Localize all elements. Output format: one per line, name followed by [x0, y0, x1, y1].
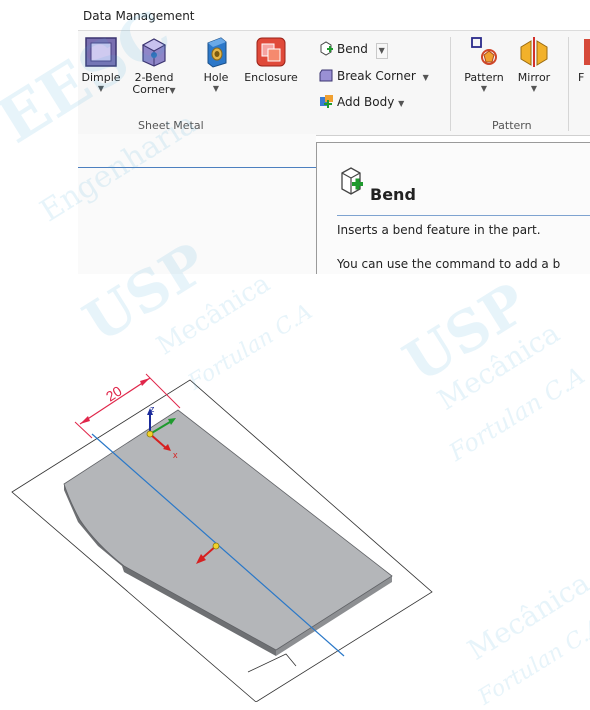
divider-line [78, 167, 318, 168]
add-body-icon [319, 94, 334, 109]
x-axis-label: x [173, 450, 178, 460]
enclosure-label: Enclosure [244, 71, 298, 84]
pattern-button[interactable]: Pattern ▼ [460, 35, 508, 94]
hole-label: Hole [203, 71, 229, 84]
dimension-extension-line [145, 373, 181, 409]
dimple-label: Dimple [81, 71, 121, 84]
dimple-icon [84, 35, 118, 69]
ribbon: Dimple ▼ 2-Bend Corner▼ Hole ▼ Enclosure… [78, 30, 590, 136]
bend-button[interactable]: Bend ▼ [319, 39, 388, 59]
ribbon-group-separator [568, 37, 569, 131]
dimension-extension-line [74, 421, 93, 439]
chevron-down-icon: ▼ [97, 84, 105, 93]
break-corner-icon [319, 68, 334, 83]
dimple-button[interactable]: Dimple ▼ [78, 35, 124, 94]
chevron-down-icon: ▼ [398, 99, 405, 108]
hole-icon [199, 35, 233, 69]
part-model[interactable]: 20 z x [0, 274, 590, 703]
chevron-down-icon: ▼ [212, 84, 220, 93]
chevron-down-icon: ▼ [169, 86, 176, 95]
triad-origin[interactable] [146, 430, 154, 438]
z-axis-label: z [150, 404, 155, 414]
add-body-label: Add Body [337, 95, 395, 109]
tooltip-title: Bend [370, 185, 416, 204]
bend-icon [339, 165, 365, 195]
tooltip-description: Inserts a bend feature in the part. [337, 223, 541, 237]
bend-dropdown-arrow[interactable]: ▼ [375, 43, 388, 59]
dimension-arrow-icon [140, 378, 150, 386]
mirror-button[interactable]: Mirror ▼ [512, 35, 556, 94]
chevron-down-icon: ▼ [422, 73, 429, 82]
dimension-value[interactable]: 20 [103, 382, 125, 404]
mirror-label: Mirror [517, 71, 551, 84]
tooltip-more-text: You can use the command to add a b [337, 257, 561, 271]
sheet-metal-group-label: Sheet Metal [138, 119, 204, 132]
ribbon-tab-strip: Data Management [0, 0, 590, 30]
next-group-button[interactable]: F [578, 35, 590, 84]
two-bend-corner-icon [137, 35, 171, 69]
bend-tooltip: Bend Inserts a bend feature in the part.… [316, 142, 590, 275]
enclosure-button[interactable]: Enclosure [242, 35, 300, 84]
two-bend-corner-label-line2: Corner [132, 83, 170, 96]
next-group-label: F [578, 71, 585, 84]
pattern-icon [467, 35, 501, 69]
break-corner-label: Break Corner [337, 69, 416, 83]
command-area [78, 134, 316, 274]
tooltip-divider [337, 215, 590, 216]
pattern-group-label: Pattern [492, 119, 532, 132]
chevron-down-icon: ▼ [530, 84, 538, 93]
reference-plane-corner [247, 653, 297, 673]
hole-button[interactable]: Hole ▼ [196, 35, 236, 94]
chevron-down-icon: ▼ [480, 84, 488, 93]
sheet-metal-plate[interactable] [63, 409, 393, 651]
break-corner-button[interactable]: Break Corner ▼ [319, 66, 429, 86]
ribbon-group-separator [450, 37, 451, 131]
bend-icon [319, 41, 334, 56]
add-body-button[interactable]: Add Body ▼ [319, 92, 404, 112]
next-group-icon [578, 35, 590, 69]
bend-line-midpoint[interactable] [212, 542, 220, 550]
enclosure-icon [254, 35, 288, 69]
mirror-icon [517, 35, 551, 69]
pattern-label: Pattern [464, 71, 504, 84]
model-viewport[interactable]: 20 z x [0, 274, 590, 703]
bend-label: Bend [337, 42, 368, 56]
dimension-arrow-icon [80, 416, 90, 424]
two-bend-corner-button[interactable]: 2-Bend Corner▼ [128, 35, 180, 96]
tab-data-management[interactable]: Data Management [83, 9, 195, 23]
